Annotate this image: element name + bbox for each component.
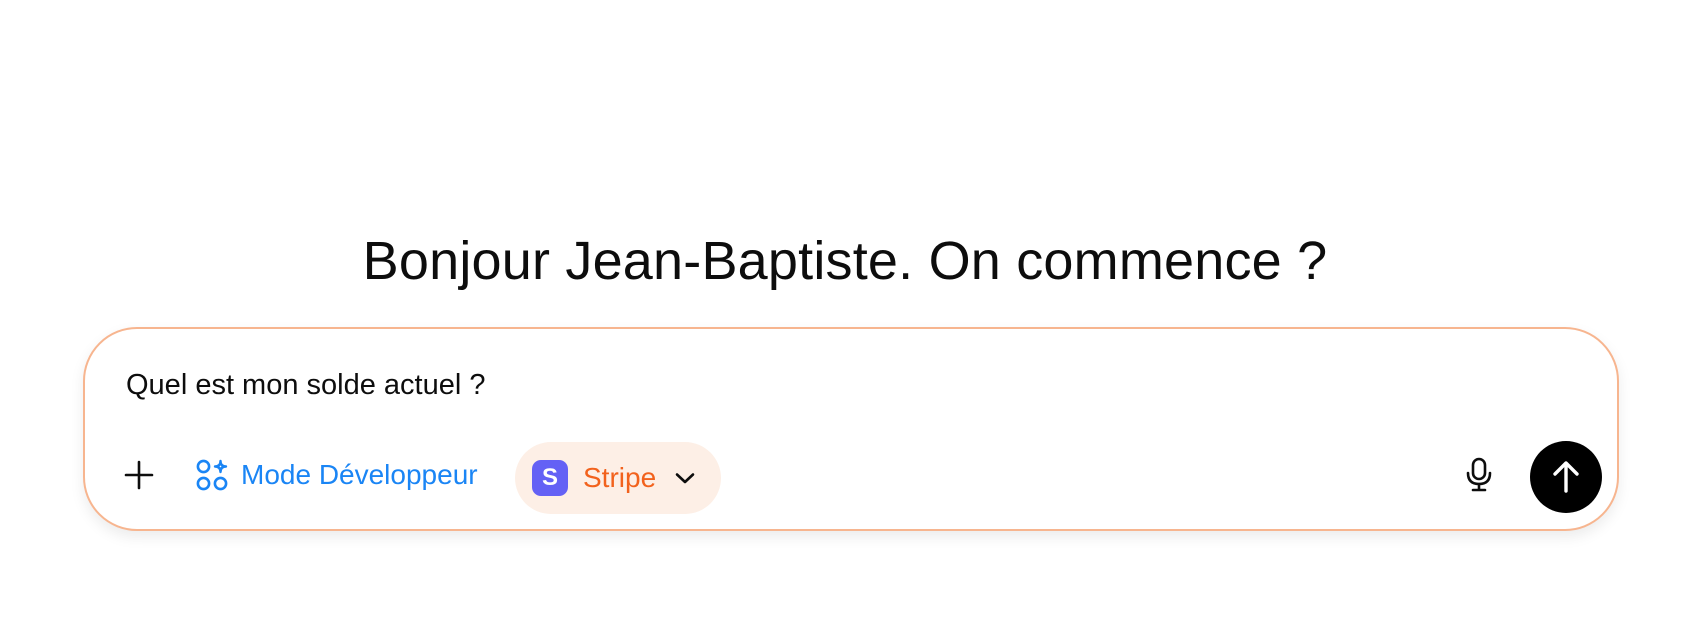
- add-attachment-button[interactable]: [115, 451, 163, 499]
- developer-mode-button[interactable]: Mode Développeur: [195, 449, 478, 501]
- composer: Quel est mon solde actuel ? Mode Dévelop…: [83, 327, 1619, 531]
- plus-icon: [124, 460, 154, 490]
- stripe-connector-label: Stripe: [583, 462, 657, 493]
- prompt-input[interactable]: Quel est mon solde actuel ?: [126, 365, 485, 405]
- voice-input-button[interactable]: [1455, 451, 1503, 499]
- send-button[interactable]: [1530, 441, 1602, 513]
- stripe-connector-chip[interactable]: S Stripe: [515, 442, 721, 514]
- connectors-icon: [196, 459, 228, 491]
- chat-home: Bonjour Jean-Baptiste. On commence ? Que…: [0, 0, 1690, 632]
- developer-mode-label: Mode Développeur: [241, 459, 478, 490]
- stripe-logo-icon: S: [532, 460, 568, 496]
- greeting-heading: Bonjour Jean-Baptiste. On commence ?: [362, 231, 1328, 292]
- arrow-up-icon: [1553, 461, 1579, 493]
- chevron-down-icon: [672, 465, 698, 491]
- microphone-icon: [1466, 457, 1492, 492]
